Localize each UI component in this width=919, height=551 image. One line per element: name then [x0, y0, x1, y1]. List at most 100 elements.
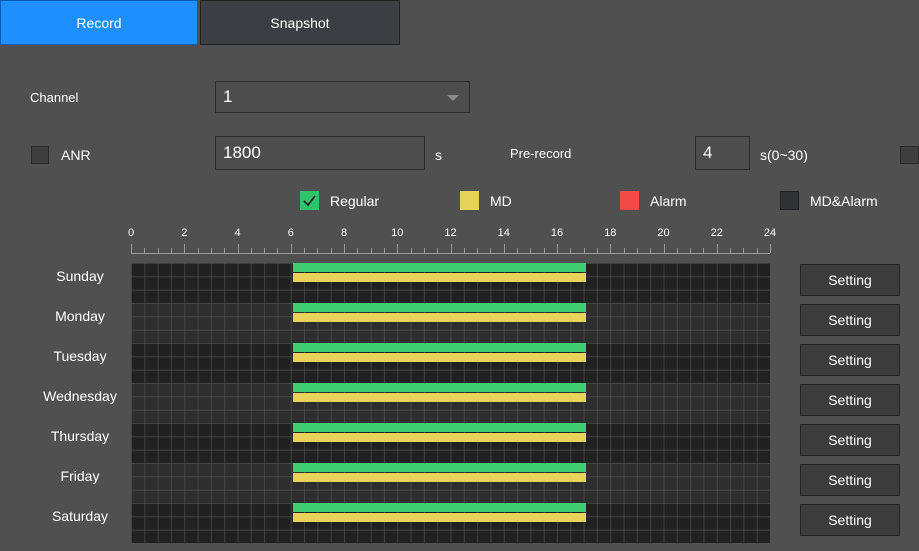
md-record-bar[interactable] — [293, 433, 587, 442]
hour-tick-mark — [450, 244, 452, 253]
hour-tick-mark — [264, 248, 266, 253]
hour-tick-mark — [570, 248, 572, 253]
hour-tick-mark — [663, 244, 665, 253]
hour-tick-label: 16 — [550, 227, 564, 239]
hour-tick-mark — [157, 248, 159, 253]
legend-alarm-swatch[interactable] — [620, 191, 639, 210]
setting-button-wednesday[interactable]: Setting — [800, 384, 900, 416]
legend-mdalarm-label: MD&Alarm — [810, 193, 878, 209]
day-label-wednesday: Wednesday — [43, 388, 117, 404]
legend-md-swatch[interactable] — [460, 191, 479, 210]
hour-tick-mark — [650, 248, 652, 253]
hour-tick-mark — [730, 248, 732, 253]
hour-tick-label: 0 — [127, 227, 135, 239]
md-record-bar[interactable] — [293, 513, 587, 522]
extra-checkbox[interactable] — [900, 146, 919, 164]
hour-tick-mark — [690, 248, 692, 253]
md-record-bar[interactable] — [293, 313, 587, 322]
day-label-tuesday: Tuesday — [53, 348, 107, 364]
hour-tick-mark — [557, 244, 558, 253]
day-label-friday: Friday — [60, 468, 100, 484]
hour-tick-mark — [530, 248, 532, 253]
anr-checkbox[interactable] — [31, 146, 49, 164]
setting-button-sunday[interactable]: Setting — [800, 264, 900, 296]
md-record-bar[interactable] — [293, 393, 587, 402]
hour-tick-mark — [770, 244, 771, 253]
setting-button-monday[interactable]: Setting — [800, 304, 900, 336]
tab-snapshot[interactable]: Snapshot — [200, 0, 400, 45]
hour-tick-label: 6 — [287, 227, 294, 239]
anr-input[interactable]: 1800 — [215, 136, 425, 170]
hour-tick-mark — [636, 248, 638, 253]
hour-tick-label: 10 — [391, 227, 404, 239]
day-label-sunday: Sunday — [56, 268, 104, 284]
hour-tick-mark — [490, 248, 492, 253]
md-record-bar[interactable] — [293, 473, 587, 482]
setting-button-thursday[interactable]: Setting — [800, 424, 900, 456]
hour-tick-mark — [304, 248, 306, 253]
hour-tick-mark — [463, 248, 465, 253]
anr-label: ANR — [61, 147, 91, 163]
hour-tick-mark — [237, 244, 239, 253]
schedule-row-tuesday[interactable] — [131, 343, 770, 383]
md-record-bar[interactable] — [293, 273, 587, 282]
hour-tick-mark — [170, 248, 172, 253]
check-icon — [303, 195, 316, 207]
hour-tick-mark — [370, 248, 372, 253]
hour-tick-mark — [623, 248, 625, 253]
hour-tick-mark — [437, 248, 439, 253]
hour-tick-label: 22 — [710, 227, 723, 239]
regular-record-bar[interactable] — [293, 423, 587, 432]
tab-record[interactable]: Record — [0, 0, 198, 45]
regular-record-bar[interactable] — [293, 463, 587, 472]
hour-tick-mark — [716, 244, 718, 253]
regular-record-bar[interactable] — [293, 503, 587, 512]
regular-record-bar[interactable] — [293, 263, 587, 272]
prerecord-input[interactable]: 4 — [695, 136, 750, 170]
day-label-thursday: Thursday — [50, 428, 110, 444]
day-label-saturday: Saturday — [51, 508, 109, 524]
channel-select[interactable]: 1 — [215, 81, 470, 113]
legend-alarm-label: Alarm — [650, 193, 687, 209]
schedule-row-saturday[interactable] — [131, 503, 770, 543]
md-record-bar[interactable] — [293, 353, 587, 362]
schedule-row-wednesday[interactable] — [131, 383, 770, 423]
legend-regular-checkbox[interactable] — [300, 191, 319, 210]
schedule-row-sunday[interactable] — [131, 263, 770, 303]
timeline-axis — [131, 253, 770, 254]
hour-tick-mark — [517, 248, 519, 253]
legend-regular-label: Regular — [330, 193, 380, 209]
prerecord-value: 4 — [703, 143, 713, 162]
hour-tick-mark — [290, 244, 292, 253]
hour-tick-mark — [184, 244, 186, 253]
schedule-row-monday[interactable] — [131, 303, 770, 343]
hour-tick-mark — [743, 248, 745, 253]
hour-tick-mark — [676, 248, 678, 253]
prerecord-label: Pre-record — [510, 146, 572, 161]
schedule-row-friday[interactable] — [131, 463, 770, 503]
setting-button-friday[interactable]: Setting — [800, 464, 900, 496]
schedule-row-thursday[interactable] — [131, 423, 770, 463]
hour-tick-mark — [197, 248, 199, 253]
hour-tick-mark — [344, 244, 345, 253]
regular-record-bar[interactable] — [293, 303, 587, 312]
setting-button-tuesday[interactable]: Setting — [800, 344, 900, 376]
legend-mdalarm-swatch[interactable] — [780, 191, 799, 210]
hour-tick-mark — [703, 248, 705, 253]
regular-record-bar[interactable] — [293, 383, 587, 392]
hour-tick-mark — [224, 248, 226, 253]
hour-tick-label: 8 — [340, 227, 348, 239]
hour-tick-mark — [277, 248, 279, 253]
hour-tick-mark — [250, 248, 252, 253]
hour-tick-label: 12 — [444, 227, 457, 239]
hour-tick-mark — [210, 248, 212, 253]
hour-tick-mark — [583, 248, 585, 253]
setting-button-saturday[interactable]: Setting — [800, 504, 900, 536]
hour-tick-mark — [317, 248, 319, 253]
hour-tick-mark — [330, 248, 332, 253]
hour-tick-mark — [610, 244, 612, 253]
hour-tick-mark — [383, 248, 385, 253]
hour-tick-mark — [477, 248, 479, 253]
regular-record-bar[interactable] — [293, 343, 587, 352]
hour-tick-label: 4 — [234, 227, 241, 239]
